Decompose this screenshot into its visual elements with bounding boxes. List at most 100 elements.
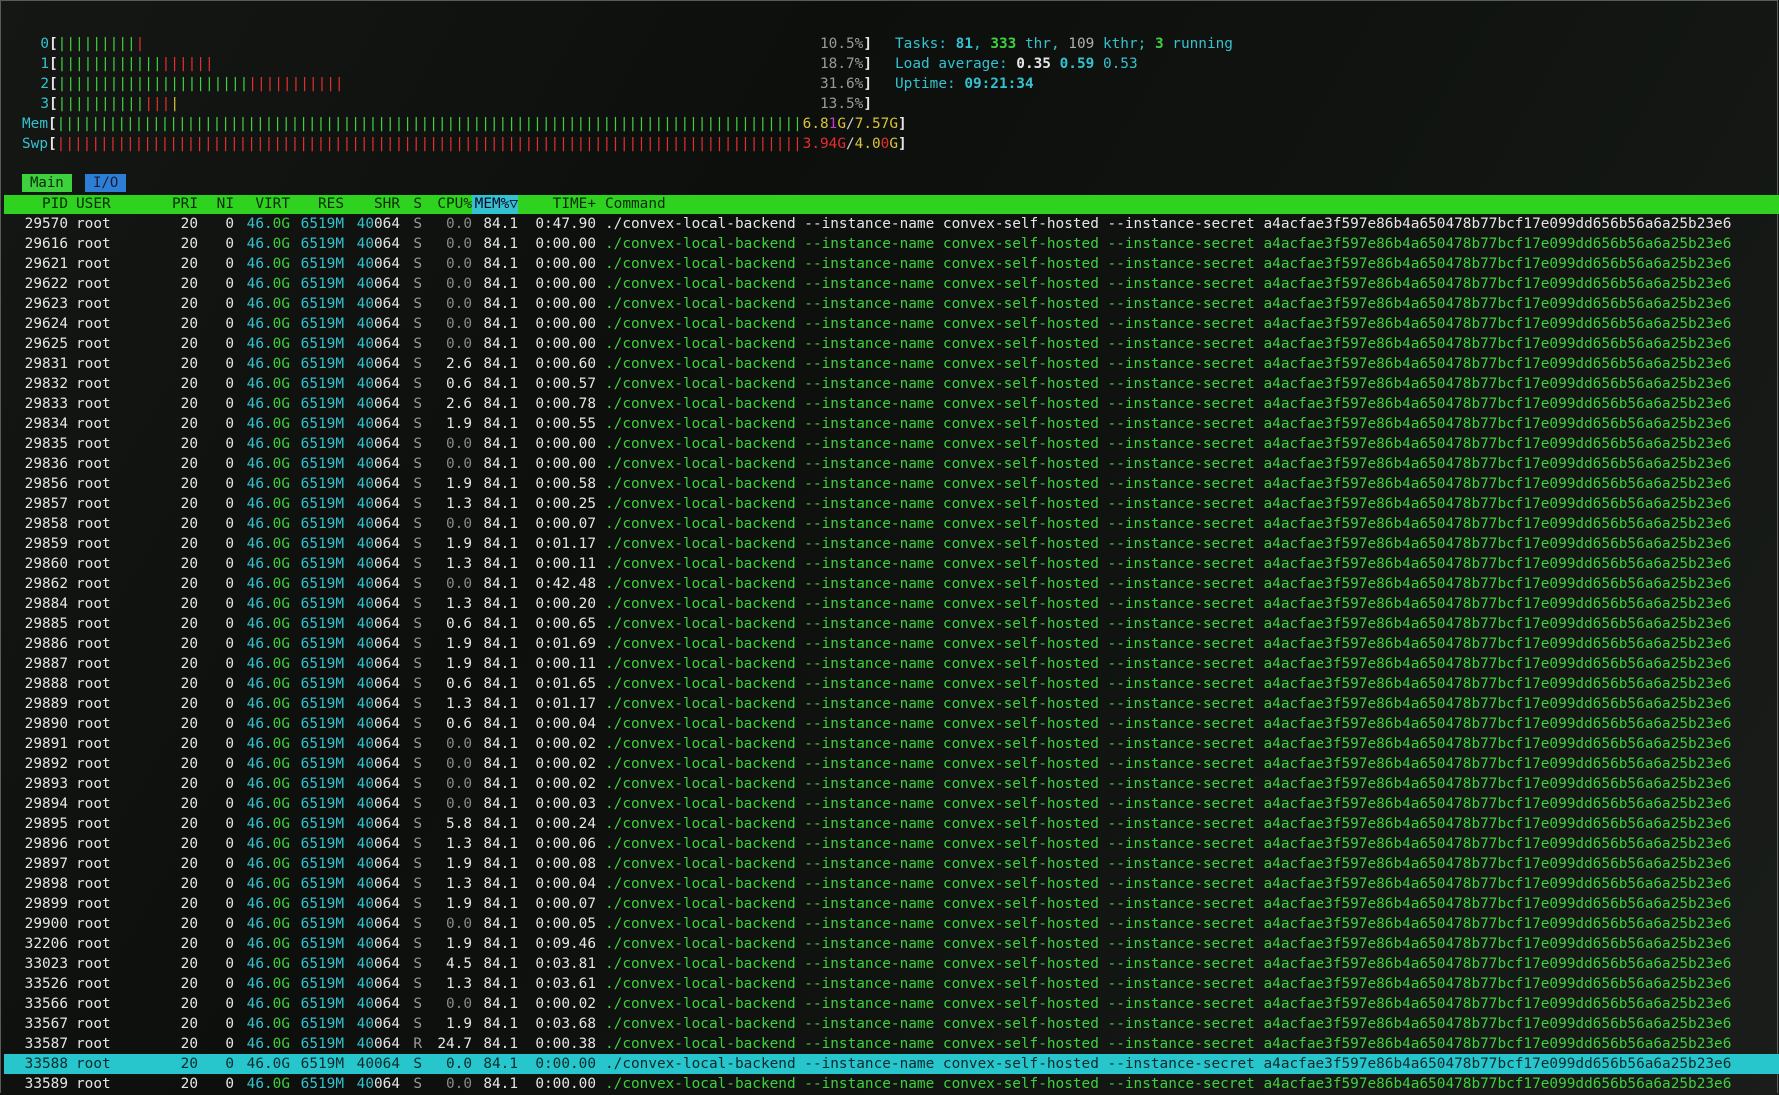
table-row[interactable]: 29857 root 20 0 46.0G 6519M 40064 S 1.3 84.1 0:00.…: [4, 494, 1779, 514]
cmd-value-name: convex-self-hosted: [942, 896, 1099, 912]
col-pri[interactable]: PRI: [158, 195, 198, 214]
virt-int: 46.: [246, 536, 273, 552]
col-user[interactable]: USER: [68, 195, 158, 214]
command-cell: ./convex-local-backend --instance-name c…: [596, 934, 1731, 954]
state-cell: S: [413, 296, 422, 312]
table-row[interactable]: 29895 root 20 0 46.0G 6519M 40064 S 5.8 84.1 0:00.…: [4, 814, 1779, 834]
table-row[interactable]: 29856 root 20 0 46.0G 6519M 40064 S 1.9 84.1 0:00.…: [4, 474, 1779, 494]
col-virt[interactable]: VIRT: [234, 195, 290, 214]
table-row[interactable]: 29834 root 20 0 46.0G 6519M 40064 S 1.9 84.1 0:00.…: [4, 414, 1779, 434]
col-time[interactable]: TIME+: [518, 195, 596, 214]
cmd-flag-name: --instance-name: [804, 636, 935, 652]
table-row[interactable]: 29859 root 20 0 46.0G 6519M 40064 S 1.9 84.1 0:01.…: [4, 534, 1779, 554]
tab-io[interactable]: I/O: [85, 174, 127, 192]
table-row[interactable]: 33587 root 20 0 46.0G 6519M 40064 R 24.7 84.1 0:00…: [4, 1034, 1779, 1054]
meter-bar-normal: ||||||||||||: [57, 56, 162, 72]
table-row[interactable]: 29886 root 20 0 46.0G 6519M 40064 S 1.9 84.1 0:01.…: [4, 634, 1779, 654]
table-row[interactable]: 29892 root 20 0 46.0G 6519M 40064 S 0.0 84.1 0:00.…: [4, 754, 1779, 774]
res-num: 6519: [300, 696, 336, 712]
table-row[interactable]: 33566 root 20 0 46.0G 6519M 40064 S 0.0 84.1 0:00.…: [4, 994, 1779, 1014]
table-row[interactable]: 29887 root 20 0 46.0G 6519M 40064 S 1.9 84.1 0:00.…: [4, 654, 1779, 674]
load-5min: 0.59: [1059, 56, 1095, 72]
res-cell: 6519M: [290, 974, 344, 994]
shr-low: 064: [374, 496, 400, 512]
col-pid[interactable]: PID: [4, 195, 68, 214]
table-row[interactable]: 29570 root 20 0 46.0G 6519M 40064 S 0.0 84.1 0:47.…: [4, 214, 1779, 234]
res-unit: M: [335, 736, 344, 752]
table-row[interactable]: 29622 root 20 0 46.0G 6519M 40064 S 0.0 84.1 0:00.…: [4, 274, 1779, 294]
table-row[interactable]: 29897 root 20 0 46.0G 6519M 40064 S 1.9 84.1 0:00.…: [4, 854, 1779, 874]
table-row[interactable]: 29832 root 20 0 46.0G 6519M 40064 S 0.6 84.1 0:00.…: [4, 374, 1779, 394]
table-row[interactable]: 29891 root 20 0 46.0G 6519M 40064 S 0.0 84.1 0:00.…: [4, 734, 1779, 754]
cmd-value-name: convex-self-hosted: [942, 856, 1099, 872]
virt-cell: 46.0G: [234, 594, 290, 614]
virt-cell: 46.0G: [234, 454, 290, 474]
virt-int: 46.: [246, 836, 273, 852]
table-row[interactable]: 29835 root 20 0 46.0G 6519M 40064 S 0.0 84.1 0:00.…: [4, 434, 1779, 454]
shr-cell: 40064: [344, 474, 400, 494]
time-cell: 0:00.05: [535, 916, 596, 932]
table-row[interactable]: 29894 root 20 0 46.0G 6519M 40064 S 0.0 84.1 0:00.…: [4, 794, 1779, 814]
table-row[interactable]: 32206 root 20 0 46.0G 6519M 40064 S 1.9 84.1 0:09.…: [4, 934, 1779, 954]
mem-cell: 84.1: [483, 276, 518, 292]
pid-cell: 29858: [24, 516, 68, 532]
user-cell: root: [76, 896, 111, 912]
table-row[interactable]: 29888 root 20 0 46.0G 6519M 40064 S 0.6 84.1 0:01.…: [4, 674, 1779, 694]
table-row[interactable]: 29889 root 20 0 46.0G 6519M 40064 S 1.3 84.1 0:01.…: [4, 694, 1779, 714]
cmd-value-secret: a4acfae3f597e86b4a650478b77bcf17e099dd65…: [1263, 516, 1732, 532]
table-row[interactable]: 29890 root 20 0 46.0G 6519M 40064 S 0.6 84.1 0:00.…: [4, 714, 1779, 734]
cpu-cell: 1.3: [446, 596, 472, 612]
col-ni[interactable]: NI: [198, 195, 234, 214]
command-cell: ./convex-local-backend --instance-name c…: [596, 834, 1731, 854]
shr-low: 064: [374, 936, 400, 952]
table-row[interactable]: 33526 root 20 0 46.0G 6519M 40064 S 1.3 84.1 0:03.…: [4, 974, 1779, 994]
table-row[interactable]: 29900 root 20 0 46.0G 6519M 40064 S 0.0 84.1 0:00.…: [4, 914, 1779, 934]
state-cell: S: [413, 1056, 422, 1072]
table-row[interactable]: 29624 root 20 0 46.0G 6519M 40064 S 0.0 84.1 0:00.…: [4, 314, 1779, 334]
col-state[interactable]: S: [400, 195, 422, 214]
table-row[interactable]: 29862 root 20 0 46.0G 6519M 40064 S 0.0 84.1 0:42.…: [4, 574, 1779, 594]
command-cell: ./convex-local-backend --instance-name c…: [596, 554, 1731, 574]
cpu-cell: 2.6: [446, 356, 472, 372]
pri-cell: 20: [180, 756, 198, 772]
col-shr[interactable]: SHR: [344, 195, 400, 214]
command-cell: ./convex-local-backend --instance-name c…: [596, 734, 1731, 754]
tab-main[interactable]: Main: [22, 174, 72, 192]
shr-low: 064: [374, 1036, 400, 1052]
table-row[interactable]: 29884 root 20 0 46.0G 6519M 40064 S 1.3 84.1 0:00.…: [4, 594, 1779, 614]
table-row[interactable]: 29616 root 20 0 46.0G 6519M 40064 S 0.0 84.1 0:00.…: [4, 234, 1779, 254]
col-res[interactable]: RES: [290, 195, 344, 214]
shr-high: 40: [356, 716, 374, 732]
col-mem-sorted[interactable]: MEM%▽: [472, 195, 518, 214]
table-row[interactable]: 29899 root 20 0 46.0G 6519M 40064 S 1.9 84.1 0:00.…: [4, 894, 1779, 914]
load-average-line: Load average: 0.35 0.59 0.53: [895, 54, 1138, 74]
table-row[interactable]: 29623 root 20 0 46.0G 6519M 40064 S 0.0 84.1 0:00.…: [4, 294, 1779, 314]
res-unit: M: [335, 376, 344, 392]
table-row[interactable]: 33589 root 20 0 46.0G 6519M 40064 S 0.0 84.1 0:00.…: [4, 1074, 1779, 1094]
col-command[interactable]: Command: [596, 195, 666, 214]
cmd-exe: ./convex-local-backend: [605, 676, 796, 692]
table-row[interactable]: 29896 root 20 0 46.0G 6519M 40064 S 1.3 84.1 0:00.…: [4, 834, 1779, 854]
col-cpu[interactable]: CPU%: [422, 195, 472, 214]
table-row[interactable]: 29625 root 20 0 46.0G 6519M 40064 S 0.0 84.1 0:00.…: [4, 334, 1779, 354]
table-row[interactable]: 33567 root 20 0 46.0G 6519M 40064 S 1.9 84.1 0:03.…: [4, 1014, 1779, 1034]
table-row-selected[interactable]: 33588 root 20 0 46.0G 6519M 40064 S 0.0 84.1 0:00.…: [4, 1054, 1779, 1074]
user-cell: root: [76, 516, 111, 532]
virt-cell: 46.0G: [234, 894, 290, 914]
res-cell: 6519M: [290, 1034, 344, 1054]
table-row[interactable]: 29833 root 20 0 46.0G 6519M 40064 S 2.6 84.1 0:00.…: [4, 394, 1779, 414]
pri-cell: 20: [180, 956, 198, 972]
table-row[interactable]: 29885 root 20 0 46.0G 6519M 40064 S 0.6 84.1 0:00.…: [4, 614, 1779, 634]
ni-cell: 0: [225, 936, 234, 952]
user-cell: root: [76, 256, 111, 272]
table-row[interactable]: 29860 root 20 0 46.0G 6519M 40064 S 1.3 84.1 0:00.…: [4, 554, 1779, 574]
process-list[interactable]: 29570 root 20 0 46.0G 6519M 40064 S 0.0 84.1 0:47.…: [4, 214, 1779, 1094]
table-row[interactable]: 33023 root 20 0 46.0G 6519M 40064 S 4.5 84.1 0:03.…: [4, 954, 1779, 974]
table-row[interactable]: 29858 root 20 0 46.0G 6519M 40064 S 0.0 84.1 0:00.…: [4, 514, 1779, 534]
table-row[interactable]: 29893 root 20 0 46.0G 6519M 40064 S 0.0 84.1 0:00.…: [4, 774, 1779, 794]
table-row[interactable]: 29831 root 20 0 46.0G 6519M 40064 S 2.6 84.1 0:00.…: [4, 354, 1779, 374]
virt-frac: 0G: [272, 596, 290, 612]
table-row[interactable]: 29836 root 20 0 46.0G 6519M 40064 S 0.0 84.1 0:00.…: [4, 454, 1779, 474]
table-row[interactable]: 29898 root 20 0 46.0G 6519M 40064 S 1.3 84.1 0:00.…: [4, 874, 1779, 894]
table-row[interactable]: 29621 root 20 0 46.0G 6519M 40064 S 0.0 84.1 0:00.…: [4, 254, 1779, 274]
